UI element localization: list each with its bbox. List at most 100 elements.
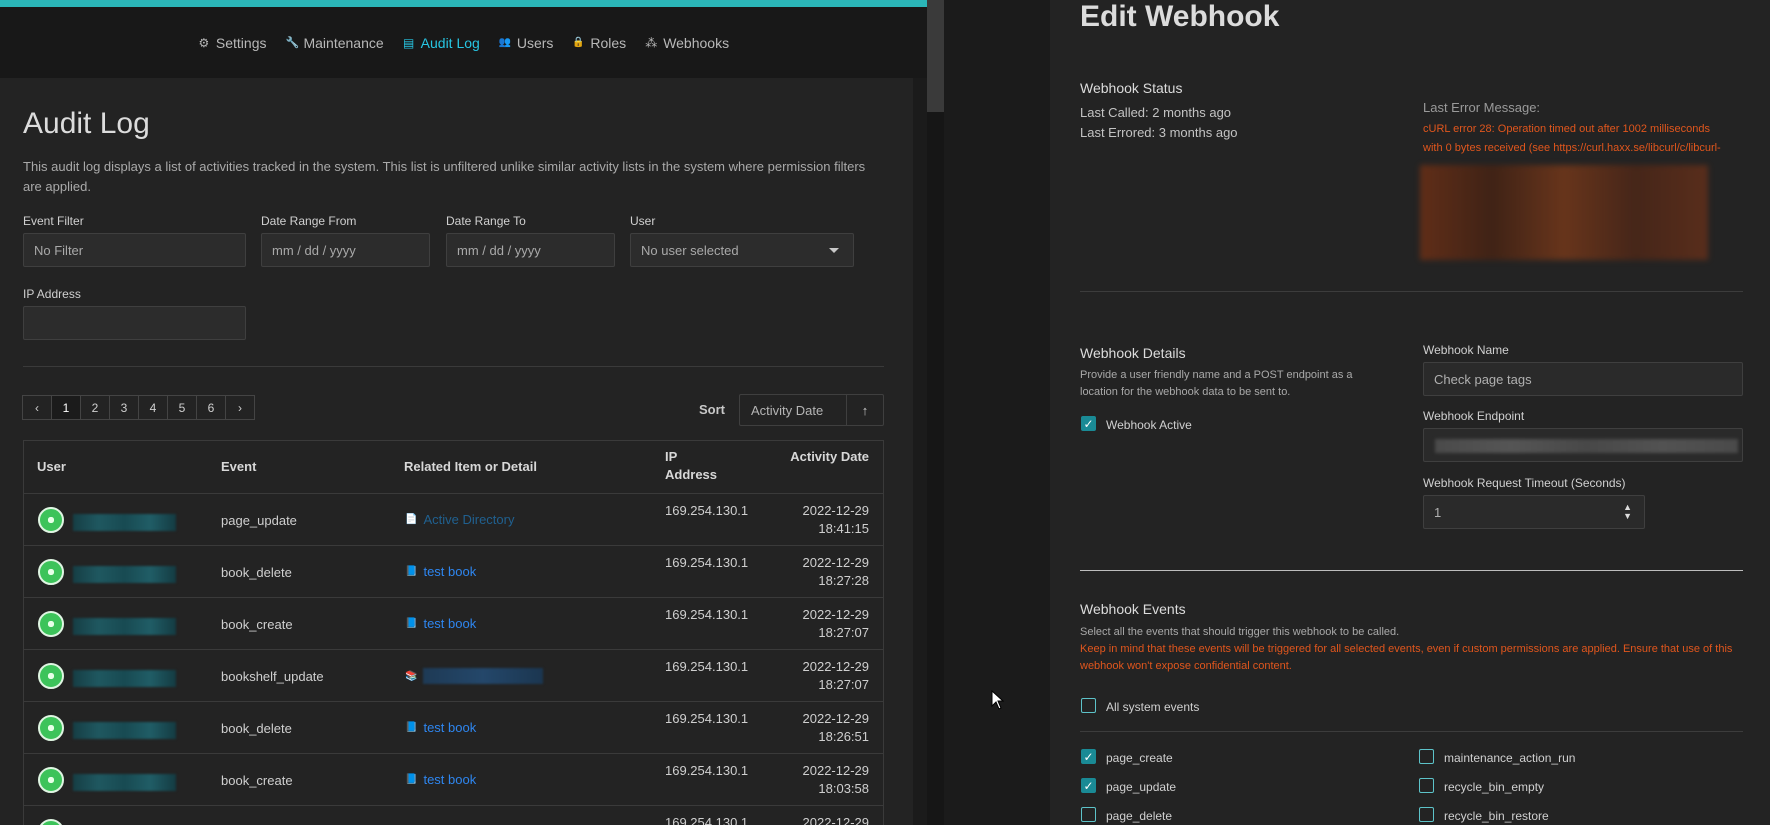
ip-filter-input[interactable] — [23, 306, 246, 340]
col-header-related: Related Item or Detail — [404, 459, 537, 474]
webhook-endpoint-label: Webhook Endpoint — [1423, 409, 1525, 423]
date-cell: 2022-12-29 — [802, 659, 870, 674]
nav-label: Roles — [590, 34, 627, 51]
scrollbar[interactable] — [927, 0, 944, 825]
time-cell: 18:41:15 — [818, 521, 869, 536]
timeout-value: 1 — [1434, 504, 1442, 520]
webhook-icon: ⁂ — [645, 35, 658, 50]
time-cell: 18:26:51 — [818, 729, 869, 744]
top-accent-bar — [0, 0, 927, 7]
nav-label: Maintenance — [303, 34, 384, 51]
event-recycle-bin-restore-checkbox[interactable] — [1419, 807, 1434, 822]
book-icon: 📘 — [405, 722, 418, 733]
divider — [1080, 570, 1743, 571]
related-link[interactable]: 📄 Active Directory — [405, 512, 514, 527]
page-title: Audit Log — [23, 107, 150, 140]
webhook-active-checkbox[interactable]: ✓ — [1081, 416, 1096, 431]
nav-audit-log[interactable]: ▤ Audit Log — [403, 35, 480, 51]
webhook-name-input[interactable]: Check page tags — [1423, 362, 1743, 396]
col-header-user: User — [37, 459, 66, 474]
book-icon: 📘 — [405, 774, 418, 785]
webhook-name-value: Check page tags — [1434, 371, 1532, 387]
page-button-2[interactable]: 2 — [80, 395, 110, 420]
related-label: test book — [423, 616, 477, 631]
last-error-line-2: with 0 bytes received (see https://curl.… — [1423, 142, 1721, 154]
related-label: Active Directory — [423, 512, 515, 527]
event-filter-value: No Filter — [34, 242, 84, 258]
nav-webhooks[interactable]: ⁂ Webhooks — [645, 35, 729, 51]
table-row: bookshelf_update 📚 169.254.130.1 2022-12… — [24, 649, 883, 701]
nav-settings[interactable]: ⚙ Settings — [198, 35, 267, 51]
sort-label: Sort — [699, 402, 725, 417]
event-cell: bookshelf_update — [221, 669, 324, 684]
event-cell: page_update — [221, 513, 297, 528]
related-label: test book — [423, 772, 477, 787]
settings-nav: ⚙ Settings 🔧 Maintenance ▤ Audit Log 👥 Users… — [0, 7, 927, 78]
related-link[interactable]: 📚 — [405, 668, 544, 684]
event-cell: book_create — [221, 617, 293, 632]
related-link[interactable]: 📘 test book — [405, 564, 476, 579]
page-icon: 📄 — [405, 514, 418, 525]
event-page-create-checkbox[interactable]: ✓ — [1081, 749, 1096, 764]
nav-roles[interactable]: 🔒 Roles — [572, 35, 626, 51]
col-header-ip: IP Address — [665, 449, 718, 482]
user-name-redacted — [73, 618, 176, 635]
date-to-placeholder: mm / dd / yyyy — [457, 242, 541, 258]
avatar — [38, 663, 64, 689]
date-from-input[interactable]: mm / dd / yyyy — [261, 233, 430, 267]
timeout-input[interactable]: 1 ▲ ▼ — [1423, 495, 1645, 529]
event-page-update-checkbox[interactable]: ✓ — [1081, 778, 1096, 793]
user-name-redacted — [73, 514, 176, 531]
all-events-checkbox[interactable] — [1081, 698, 1096, 713]
nav-users[interactable]: 👥 Users — [499, 35, 554, 51]
check-icon: ✓ — [1083, 778, 1094, 793]
event-cell: book_create — [221, 773, 293, 788]
lock-icon: 🔒 — [572, 37, 585, 48]
date-from-label: Date Range From — [261, 214, 357, 228]
last-errored-text: Last Errored: 3 months ago — [1080, 125, 1238, 140]
time-cell: 18:27:07 — [818, 625, 869, 640]
sort-control: Activity Date ↑ — [739, 394, 884, 426]
event-cell: book_delete — [221, 721, 292, 736]
event-recycle-bin-empty-checkbox[interactable] — [1419, 778, 1434, 793]
col-header-event: Event — [221, 459, 257, 474]
chevron-down-icon — [829, 248, 839, 253]
page-button-1[interactable]: 1 — [51, 395, 81, 420]
related-label-redacted — [423, 668, 544, 684]
webhook-endpoint-input[interactable] — [1423, 428, 1743, 462]
table-row: book_create 📘 test book 169.254.130.1 202… — [24, 753, 883, 805]
page-prev-button[interactable]: ‹ — [22, 395, 52, 420]
page-button-4[interactable]: 4 — [138, 395, 168, 420]
event-filter-input[interactable]: No Filter — [23, 233, 246, 267]
event-maintenance-action-run-checkbox[interactable] — [1419, 749, 1434, 764]
page-next-button[interactable]: › — [225, 395, 255, 420]
related-link[interactable]: 📘 test book — [405, 616, 476, 631]
nav-label: Users — [516, 34, 554, 51]
bookshelf-icon: 📚 — [405, 670, 418, 682]
table-row: 169.254.130.1 2022-12-29 — [24, 805, 883, 825]
wrench-icon: 🔧 — [285, 37, 300, 49]
nav-maintenance[interactable]: 🔧 Maintenance — [285, 35, 383, 51]
related-link[interactable]: 📘 test book — [405, 772, 476, 787]
ip-cell: 169.254.130.1 — [665, 659, 749, 674]
sort-direction-button[interactable]: ↑ — [847, 395, 883, 425]
sort-field-select[interactable]: Activity Date — [740, 395, 847, 425]
page-button-5[interactable]: 5 — [167, 395, 197, 420]
gear-icon: ⚙ — [198, 35, 210, 50]
date-cell: 2022-12-29 — [802, 763, 870, 778]
date-cell: 2022-12-29 — [802, 815, 870, 825]
page-button-6[interactable]: 6 — [196, 395, 226, 420]
page-button-3[interactable]: 3 — [109, 395, 139, 420]
date-cell: 2022-12-29 — [802, 711, 870, 726]
event-page-delete-checkbox[interactable] — [1081, 807, 1096, 822]
spinner-arrows-icon[interactable]: ▲ ▼ — [1623, 503, 1632, 521]
user-name-redacted — [73, 774, 176, 791]
date-to-input[interactable]: mm / dd / yyyy — [446, 233, 615, 267]
event-cell: book_delete — [221, 565, 292, 580]
related-link[interactable]: 📘 test book — [405, 720, 476, 735]
all-events-label: All system events — [1106, 700, 1200, 714]
date-cell: 2022-12-29 — [802, 607, 870, 622]
divider — [23, 366, 884, 367]
scrollbar-thumb[interactable] — [927, 0, 944, 112]
user-select[interactable]: No user selected — [630, 233, 854, 267]
